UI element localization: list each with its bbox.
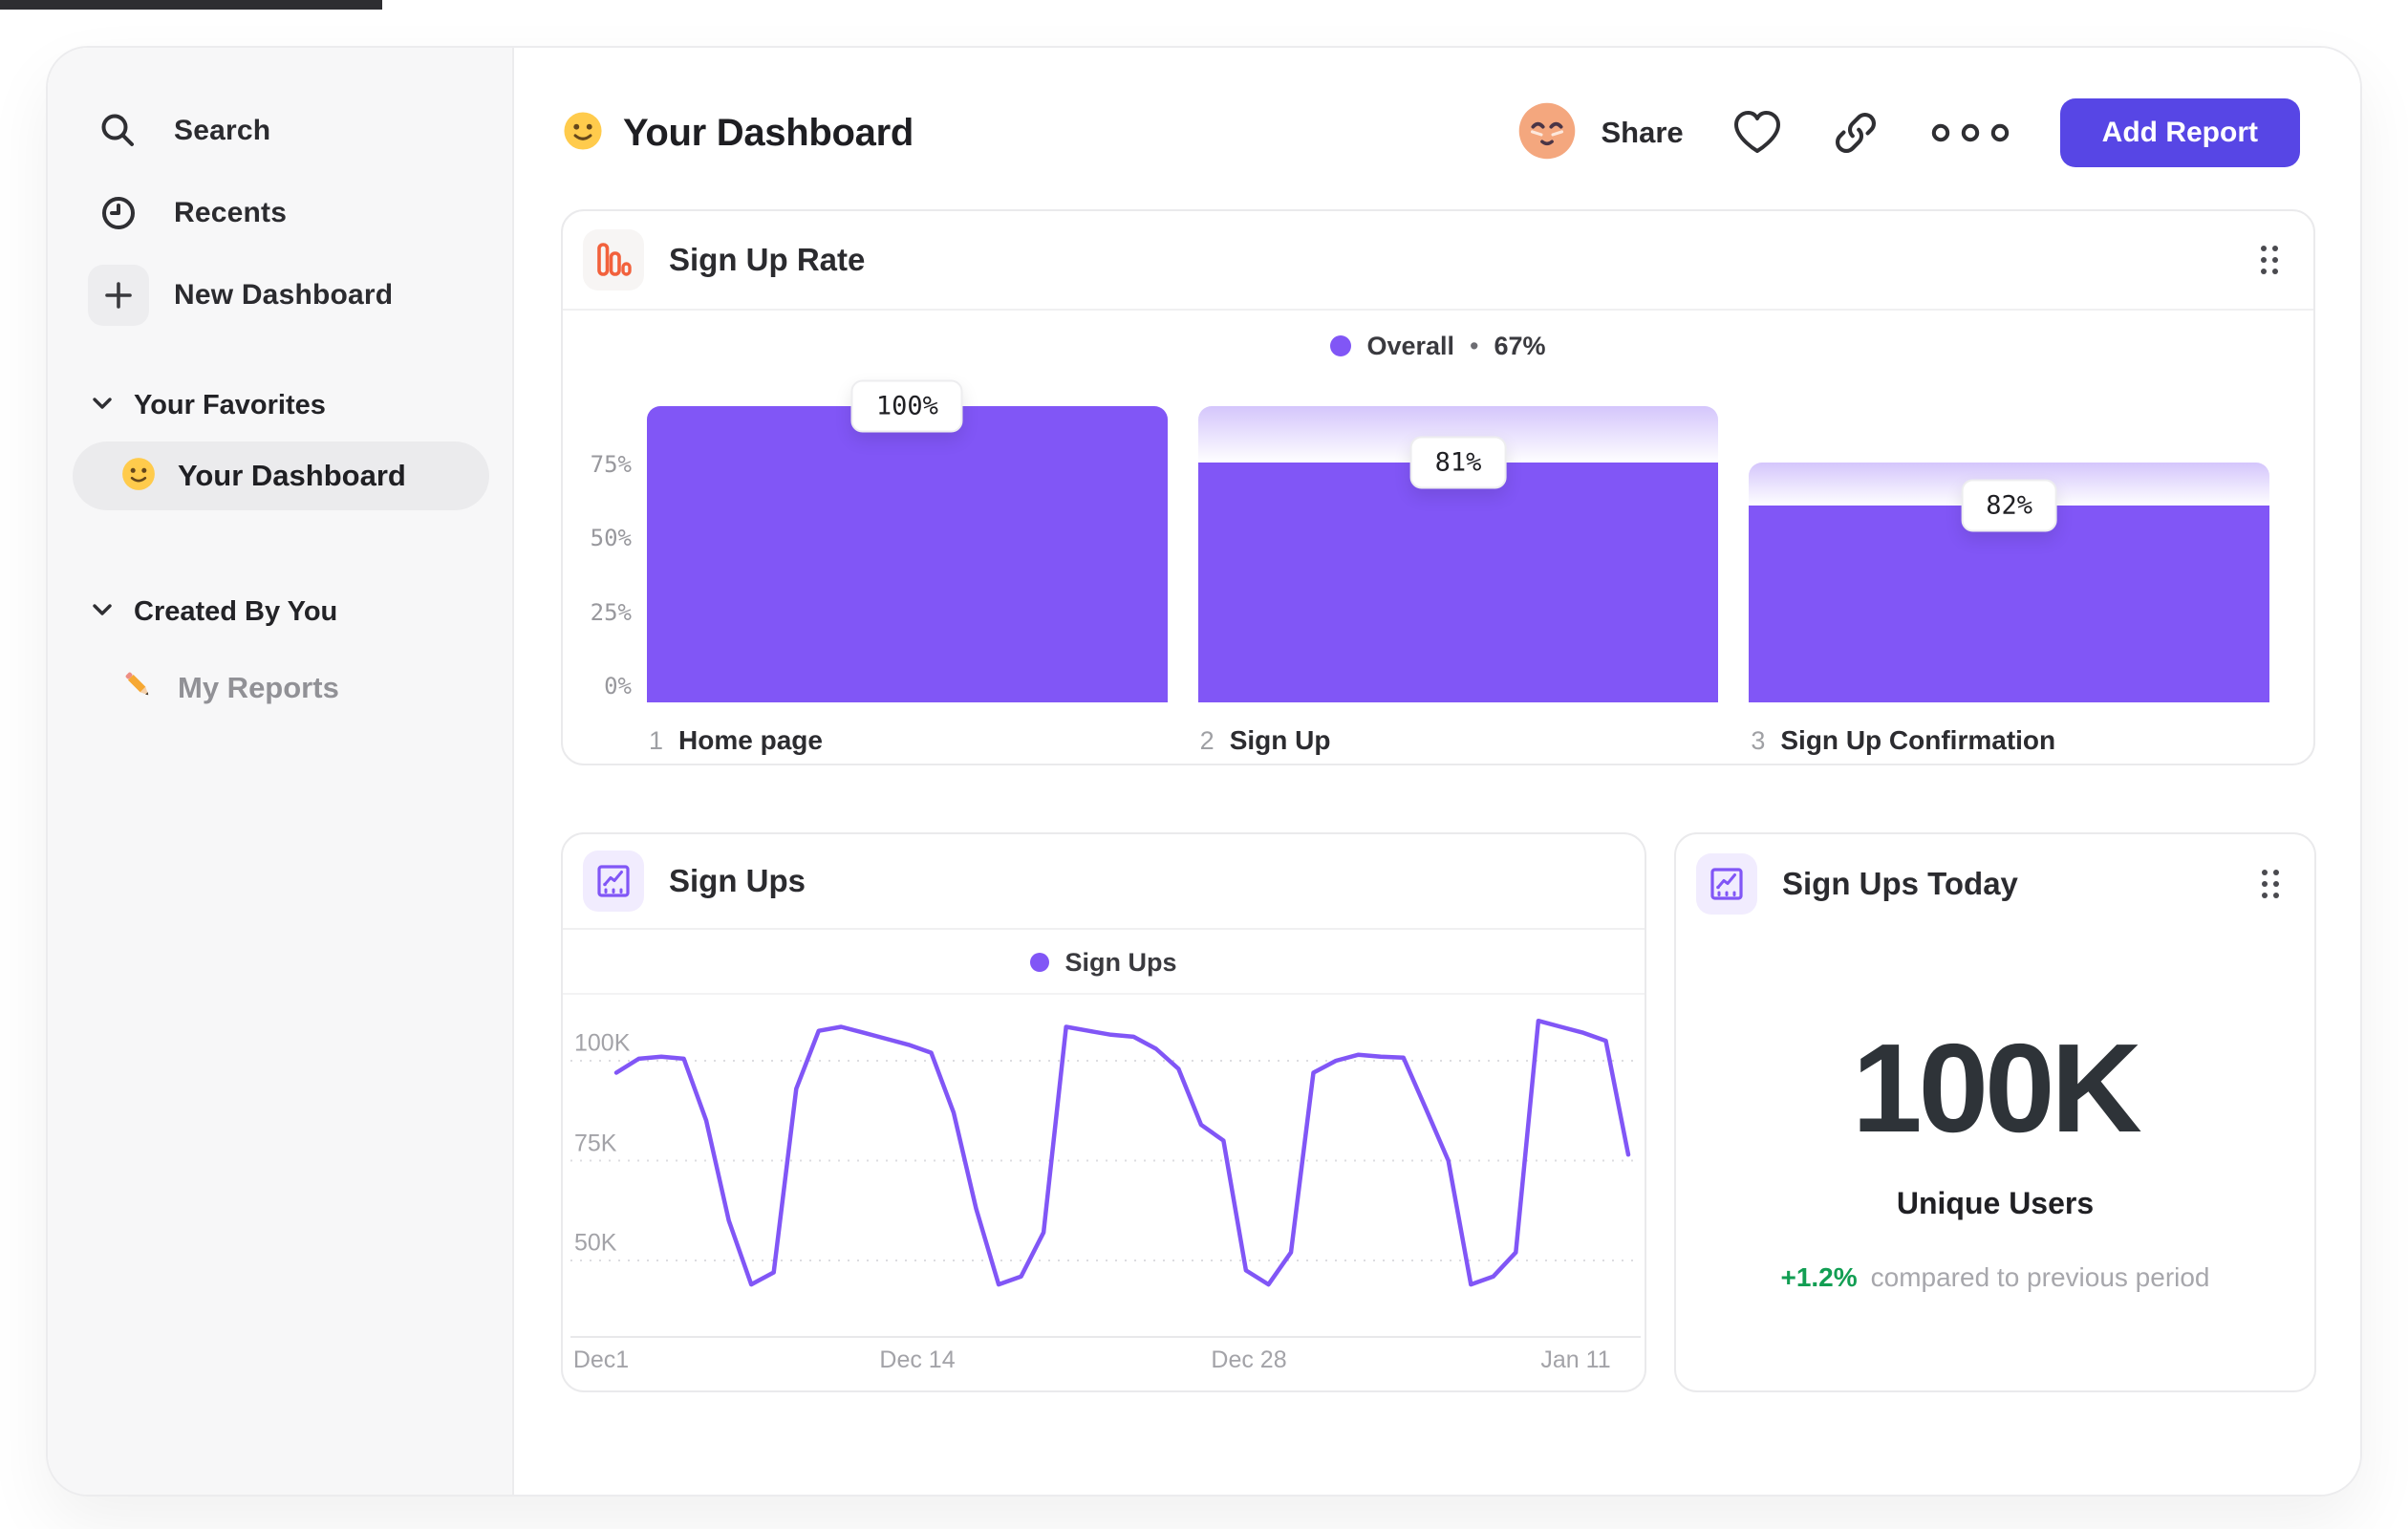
chevron-down-icon: [92, 397, 113, 415]
card-title: Sign Ups: [669, 863, 806, 898]
favorite-heart-button[interactable]: [1731, 109, 1783, 157]
drag-handle-icon[interactable]: [2255, 863, 2286, 905]
sidebar-item-your-dashboard-selected[interactable]: Your Dashboard: [73, 441, 489, 510]
line-chart-icon: [1696, 853, 1757, 915]
funnel-step-label: 1 Home page: [649, 725, 823, 756]
line-y-axis: 100K 75K 50K: [574, 995, 660, 1358]
stat-label: Unique Users: [1896, 1186, 2095, 1220]
sidebar-item-new-dashboard[interactable]: New Dashboard: [48, 254, 512, 336]
y-tick-label: 100K: [574, 1029, 631, 1057]
stat-delta: +1.2%: [1780, 1262, 1858, 1292]
legend-value: 67%: [1494, 331, 1546, 360]
legend-dot: [1330, 335, 1352, 356]
chevron-down-icon: [92, 603, 113, 621]
share-button[interactable]: Share: [1517, 101, 1684, 165]
funnel-step-label: 3 Sign Up Confirmation: [1751, 725, 2055, 756]
main-content: Your Dashboard Share Add Report Sign Up …: [514, 48, 2360, 1495]
page-title: Your Dashboard: [623, 111, 914, 154]
header-actions: Share Add Report: [1517, 98, 2300, 167]
x-tick-label: Dec 14: [879, 1346, 956, 1373]
y-tick-label: 50%: [590, 525, 632, 551]
x-tick-label: Dec 28: [1211, 1346, 1287, 1373]
copy-link-button[interactable]: [1831, 108, 1881, 158]
drag-handle-icon[interactable]: [2254, 239, 2285, 281]
section-label: Your Favorites: [134, 389, 326, 420]
legend-series: Sign Ups: [1064, 947, 1177, 977]
legend-separator: •: [1470, 331, 1479, 360]
y-tick-label: 75K: [574, 1130, 617, 1156]
smiley-emoji-icon: [120, 456, 157, 497]
avatar[interactable]: [1517, 101, 1577, 165]
line-chart-icon: [583, 851, 644, 912]
plus-icon: [88, 265, 149, 326]
funnel-y-axis: 75% 50% 25% 0%: [563, 406, 632, 702]
legend-dot: [1030, 953, 1050, 972]
dashboard-header: Your Dashboard Share Add Report: [562, 90, 2300, 176]
funnel-step-column[interactable]: 82% 3 Sign Up Confirmation: [1749, 406, 2270, 755]
y-tick-label: 50K: [574, 1229, 617, 1257]
share-label: Share: [1601, 116, 1684, 149]
sidebar: Search Recents New Dashboard Your Favori…: [48, 48, 514, 1495]
line-legend: Sign Ups: [563, 932, 1645, 995]
sidebar-item-search[interactable]: Search: [48, 90, 512, 172]
app-window: Search Recents New Dashboard Your Favori…: [46, 46, 2362, 1497]
sign-ups-line-series: [613, 1018, 1631, 1287]
conversion-tooltip: 81%: [1409, 436, 1507, 489]
conversion-tooltip: 100%: [850, 379, 963, 433]
funnel-bar: [1749, 506, 2270, 702]
conversion-tooltip: 82%: [1961, 479, 2058, 532]
sign-up-rate-card: Sign Up Rate Overall • 67% 75% 50% 25% 0% 1…: [561, 209, 2315, 765]
funnel-bar: [1197, 462, 1719, 702]
step-number: 1: [649, 726, 664, 755]
stat-delta-row: +1.2% compared to previous period: [1676, 1262, 2314, 1293]
line-chart-plot: [570, 1018, 1641, 1338]
card-title: Sign Up Rate: [669, 242, 866, 277]
y-tick-label: 0%: [604, 673, 632, 700]
pencil-icon: [120, 667, 159, 710]
funnel-chart-icon: [583, 229, 644, 291]
funnel-plot: 100% 1 Home page 81% 2 Sign Up 82% 3 Sign Up Con…: [647, 379, 2270, 755]
legend-series: Overall: [1366, 331, 1455, 360]
more-options-button[interactable]: [1928, 120, 2012, 145]
section-label: Created By You: [134, 595, 338, 627]
sign-ups-card: Sign Ups Sign Ups 100K 75K 50K Dec1 Dec 14 D…: [561, 832, 1646, 1392]
x-tick-label: Jan 11: [1540, 1346, 1611, 1373]
step-name: Sign Up Confirmation: [1780, 725, 2056, 755]
sidebar-item-my-reports[interactable]: My Reports: [48, 654, 512, 722]
sidebar-section-your-favorites[interactable]: Your Favorites: [48, 375, 512, 436]
search-icon: [88, 100, 149, 162]
funnel-legend: Overall • 67%: [563, 312, 2313, 379]
sidebar-item-label: New Dashboard: [174, 279, 394, 311]
line-x-axis: Dec1 Dec 14 Dec 28 Jan 11: [563, 1346, 1645, 1381]
stat-delta-note: compared to previous period: [1870, 1262, 2210, 1292]
page-title-group: Your Dashboard: [562, 110, 914, 157]
stat-value: 100K: [1852, 1018, 2142, 1158]
x-tick-label: Dec1: [572, 1346, 630, 1373]
funnel-step-column[interactable]: 81% 2 Sign Up: [1197, 406, 1719, 755]
card-header: Sign Ups: [563, 834, 1645, 930]
funnel-step-column[interactable]: 100% 1 Home page: [647, 379, 1168, 755]
step-name: Home page: [678, 725, 823, 755]
funnel-step-label: 2 Sign Up: [1200, 725, 1331, 756]
card-header: Sign Ups Today: [1676, 834, 2314, 934]
background-window-edge: [0, 0, 382, 10]
add-report-button[interactable]: Add Report: [2059, 98, 2300, 167]
sidebar-item-label: Your Dashboard: [178, 459, 406, 492]
sidebar-item-recents[interactable]: Recents: [48, 172, 512, 254]
y-tick-label: 25%: [590, 598, 632, 626]
clock-icon: [88, 183, 149, 244]
sidebar-item-label: Recents: [174, 197, 288, 228]
sidebar-item-label: Search: [174, 115, 271, 146]
card-title: Sign Ups Today: [1782, 866, 2018, 901]
sidebar-section-created-by-you[interactable]: Created By You: [48, 581, 512, 642]
card-header: Sign Up Rate: [563, 211, 2313, 311]
step-name: Sign Up: [1229, 725, 1331, 755]
step-number: 2: [1199, 726, 1215, 755]
funnel-bar: [647, 406, 1168, 702]
sign-ups-today-card: Sign Ups Today 100K Unique Users +1.2% c…: [1674, 832, 2316, 1392]
sidebar-item-label: My Reports: [178, 671, 339, 704]
smiley-emoji-icon: [562, 110, 604, 157]
step-number: 3: [1751, 726, 1766, 755]
y-tick-label: 75%: [590, 450, 632, 478]
